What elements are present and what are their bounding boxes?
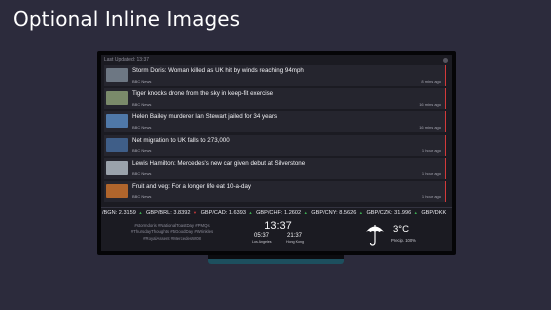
news-headline: Tiger knocks drone from the sky in keep-… (132, 90, 274, 98)
news-time: 1 hour ago (421, 171, 441, 177)
news-time: 16 mins ago (419, 101, 441, 107)
news-item[interactable]: Net migration to UK falls to 273,000 BBC… (104, 134, 446, 156)
ticker-item: GBP/CAD: 1.6393 (200, 210, 246, 216)
news-item[interactable]: Storm Doris: Woman killed as UK hit by w… (104, 65, 446, 86)
arrow-down-icon: ▼ (193, 210, 197, 215)
ticker-item: GBP/BRL: 3.8392 (146, 210, 191, 216)
city-hong-kong: Hong Kong (286, 240, 304, 244)
arrow-up-icon: ▲ (138, 210, 143, 215)
news-headline: Fruit and veg: For a longer life eat 10-… (132, 182, 252, 190)
news-source: BBC News (132, 171, 152, 177)
last-updated-bar: Last Updated: 13:37 (104, 56, 449, 65)
news-item[interactable]: Helen Bailey murderer Ian Stewart jailed… (104, 111, 446, 133)
ticker-item: GBP/CNY: 8.5626 (311, 210, 357, 216)
weather-widget: 3°C Precip. 100% (365, 221, 445, 249)
last-updated-label: Last Updated: 13:37 (104, 57, 150, 63)
news-source: BBC News (132, 124, 152, 130)
news-thumbnail (106, 68, 128, 82)
page-heading: Optional Inline Images (13, 7, 241, 31)
ticker-item: GBP/CZK: 31.996 (366, 210, 412, 216)
news-thumbnail (106, 183, 128, 198)
time-hong-kong: 21:37 (286, 233, 302, 239)
arrow-up-icon: ▲ (358, 210, 363, 215)
news-item[interactable]: Tiger knocks drone from the sky in keep-… (104, 88, 446, 110)
ticker-item: GBP/DKK (421, 210, 447, 216)
news-thumbnail (106, 160, 128, 175)
news-list: Storm Doris: Woman killed as UK hit by w… (104, 65, 446, 204)
news-thumbnail (106, 137, 128, 152)
news-item[interactable]: Fruit and veg: For a longer life eat 10-… (104, 180, 446, 202)
news-source: BBC News (132, 78, 152, 84)
arrow-up-icon: ▲ (248, 210, 253, 215)
news-item[interactable]: Lewis Hamilton: Mercedes's new car given… (104, 157, 446, 179)
precipitation: Precip. 100% (391, 238, 416, 243)
tv-stand (208, 259, 344, 264)
trending-hashtags: #stormdoris #NationalToastDay #PMQs #Thu… (117, 223, 227, 242)
news-headline: Storm Doris: Woman killed as UK hit by w… (132, 67, 304, 74)
tv-frame: Last Updated: 13:37 Storm Doris: Woman k… (97, 51, 456, 255)
news-time: 1 hour ago (421, 194, 441, 200)
main-time: 13:37 (264, 220, 292, 232)
news-time: 8 mins ago (421, 78, 441, 84)
news-headline: Helen Bailey murderer Ian Stewart jailed… (132, 113, 278, 121)
arrow-up-icon: ▲ (413, 210, 418, 215)
news-thumbnail (106, 114, 128, 129)
hashtag-line: #RoyalAssent #MercedesW08 (143, 235, 201, 241)
currency-ticker: /BGN: 2.3159 ▲ GBP/BRL: 3.8392 ▼ GBP/CAD… (101, 207, 452, 218)
news-thumbnail (106, 91, 128, 106)
news-headline: Net migration to UK falls to 273,000 (132, 136, 230, 144)
temperature: 3°C (393, 224, 409, 235)
hashtag-line: #ThursdayThoughts #5GoodDay #Wrinkles (130, 229, 214, 235)
city-los-angeles: Los Angeles (252, 240, 272, 244)
ticker-item: /BGN: 2.3159 (102, 210, 136, 216)
ticker-item: GBP/CHF: 1.2602 (256, 210, 302, 216)
news-headline: Lewis Hamilton: Mercedes's new car given… (132, 159, 306, 167)
umbrella-icon (366, 225, 384, 246)
news-source: BBC News (132, 148, 152, 154)
news-source: BBC News (132, 101, 152, 107)
news-time: 16 mins ago (419, 124, 441, 130)
arrow-up-icon: ▲ (303, 210, 308, 215)
news-source: BBC News (132, 194, 152, 200)
close-icon[interactable] (443, 58, 448, 63)
world-clock: 13:37 05:37 21:37 Los Angeles Hong Kong (249, 220, 307, 245)
time-los-angeles: 05:37 (254, 233, 270, 239)
news-time: 1 hour ago (421, 148, 441, 154)
tv-screen: Last Updated: 13:37 Storm Doris: Woman k… (101, 55, 452, 251)
